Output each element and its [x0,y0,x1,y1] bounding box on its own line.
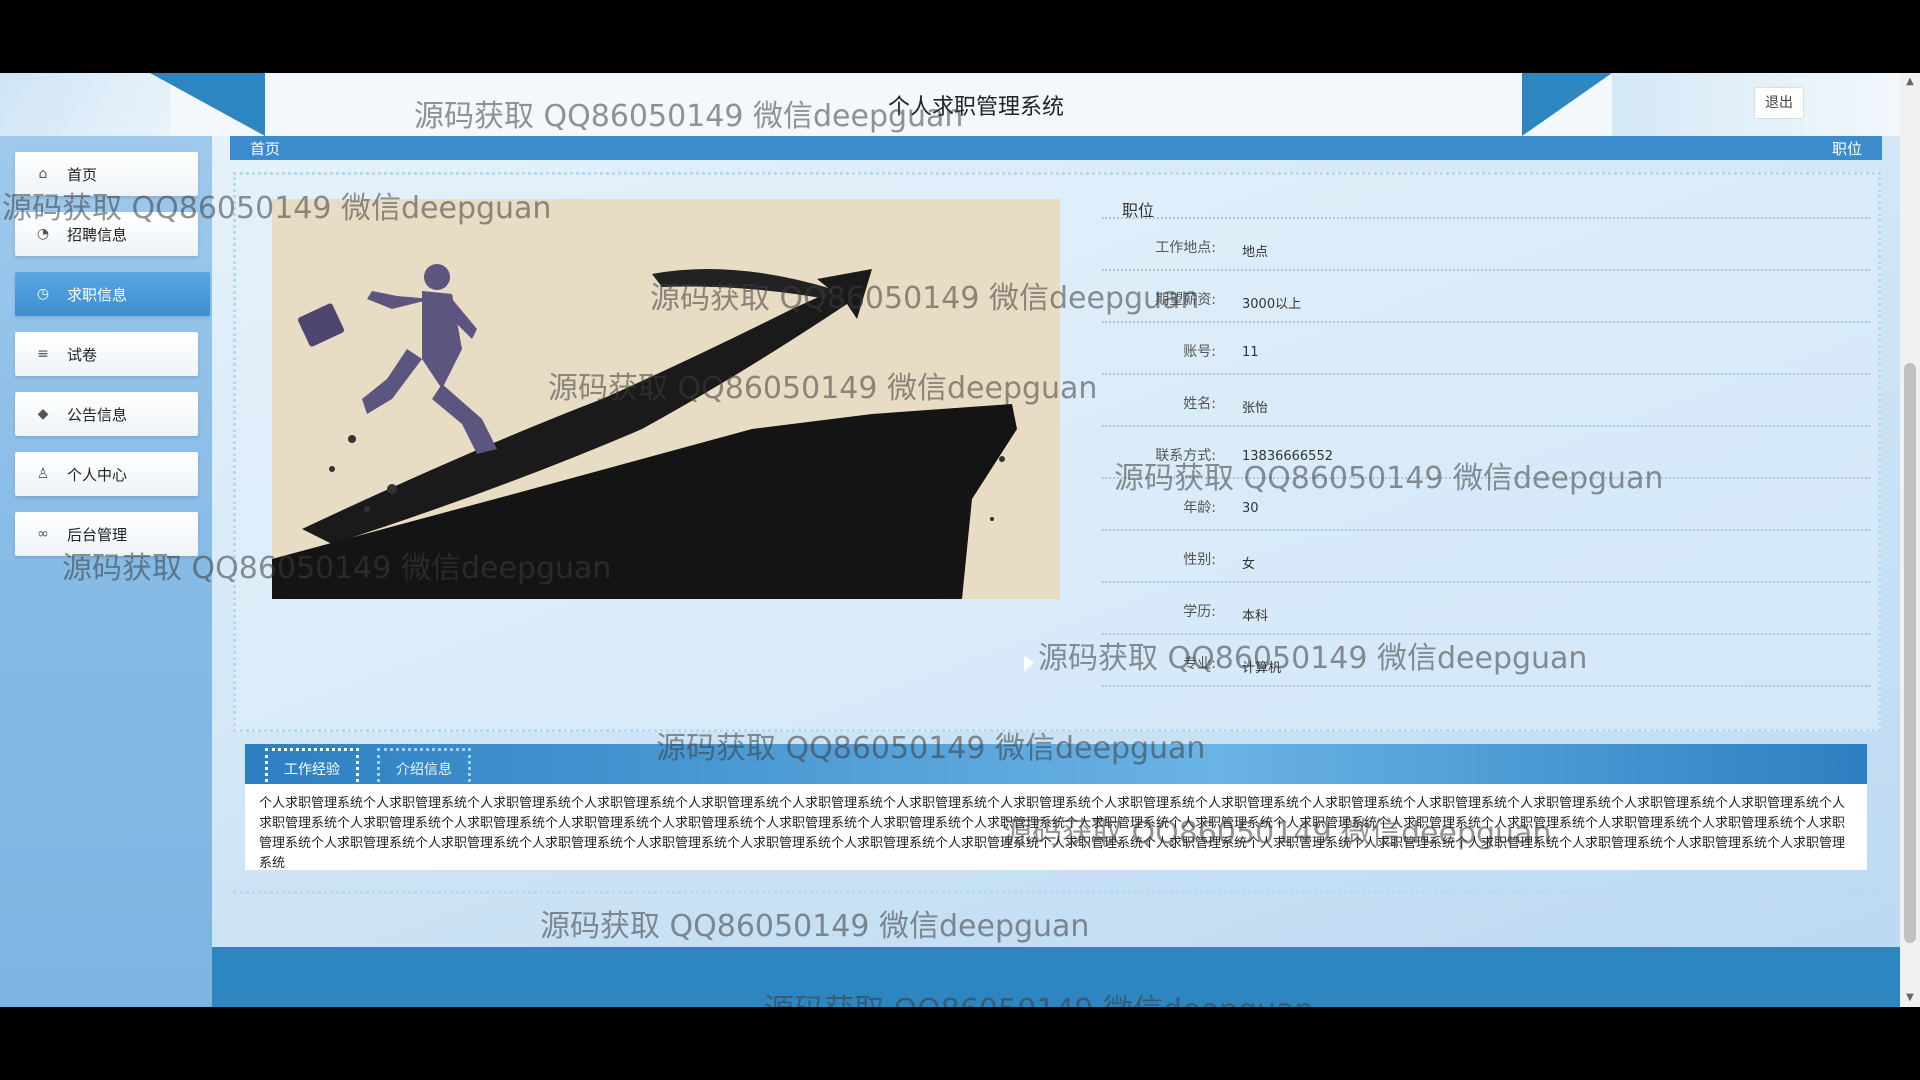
field-label: 专业: [1183,656,1216,672]
field-label: 姓名: [1183,396,1216,412]
header-wedge-right [1522,73,1612,136]
field-value: 计算机 [1242,661,1282,676]
field-value: 30 [1242,501,1259,516]
field-label: 性别: [1183,552,1216,568]
info-row: 账号: 11 [1102,323,1870,375]
sidebar-item-label: 个人中心 [67,465,128,484]
app-window: 个人求职管理系统 退出 ⌂ 首页 ◔ 招聘信息 ◷ 求职信息 ≡ 试卷 ◆ 公告信息 ♙ 个人中心 ∞ 后… [0,73,1920,1007]
field-label: 期望薪资: [1155,292,1216,308]
sidebar-item-2[interactable]: ◔ 招聘信息 [15,212,198,256]
sidebar-item-5[interactable]: ◆ 公告信息 [15,392,198,436]
tab-introduction[interactable]: 介绍信息 [377,748,471,782]
logout-button[interactable]: 退出 [1754,87,1804,119]
sidebar-item-1[interactable]: ⌂ 首页 [15,152,198,196]
running-man-arrow-illustration [272,199,1060,599]
field-value: 张怡 [1242,401,1269,416]
top-header: 个人求职管理系统 退出 [0,73,1900,136]
field-value: 11 [1242,345,1259,360]
clock-icon: ◷ [36,286,50,302]
scroll-down-arrow-icon[interactable]: ▼ [1900,989,1920,1007]
sidebar-item-label: 首页 [67,165,98,184]
site-title: 个人求职管理系统 [888,95,1065,120]
tab-section: 工作经验 介绍信息 个人求职管理系统个人求职管理系统个人求职管理系统个人求职管理… [233,744,1881,894]
info-row: 性别: 女 [1102,531,1870,583]
breadcrumb-home[interactable]: 首页 [250,138,280,159]
palette-icon: ◔ [36,226,50,242]
sidebar-item-label: 求职信息 [67,285,128,304]
field-value: 13836666552 [1242,449,1333,464]
info-row: 姓名: 张怡 [1102,375,1870,427]
tab-bar: 工作经验 介绍信息 [245,744,1867,784]
breadcrumb: 首页 职位 [230,136,1882,160]
vertical-scrollbar[interactable]: ▲ ▼ [1900,73,1920,1007]
header-decoration-left [0,73,170,136]
link-icon: ∞ [37,526,49,542]
sliders-icon: ≡ [37,346,49,362]
watermark: 源码获取 QQ86050149 微信deepguan [540,909,1090,944]
field-label: 联系方式: [1155,448,1216,464]
home-icon: ⌂ [38,166,48,182]
field-label: 工作地点: [1155,240,1216,256]
tab-work-experience[interactable]: 工作经验 [265,748,359,782]
sidebar-item-6[interactable]: ♙ 个人中心 [15,452,198,496]
detail-panel: 职位 工作地点: 地点期望薪资: 3000以上账号: 11 姓名: 张怡联系方式: 1383… [233,172,1881,732]
field-value: 3000以上 [1242,297,1302,312]
user-icon: ♙ [36,466,50,482]
scroll-up-arrow-icon[interactable]: ▲ [1900,73,1920,91]
field-label: 年龄: [1183,500,1216,516]
layers-icon: ◆ [37,406,49,422]
info-row: 专业: 计算机 [1102,635,1870,687]
info-row: 联系方式: 13836666552 [1102,427,1870,479]
scroll-thumb[interactable] [1904,363,1916,943]
info-rows: 工作地点: 地点期望薪资: 3000以上账号: 11 姓名: 张怡联系方式: 1383666… [1102,219,1870,687]
field-label: 学历: [1183,604,1216,620]
sidebar-item-3[interactable]: ◷ 求职信息 [15,272,210,316]
field-value: 女 [1242,557,1256,572]
job-info-list: 职位 工作地点: 地点期望薪资: 3000以上账号: 11 姓名: 张怡联系方式: 1383… [1102,181,1870,687]
field-value: 地点 [1242,245,1269,260]
sidebar-item-label: 试卷 [67,345,98,364]
sidebar-item-4[interactable]: ≡ 试卷 [15,332,198,376]
info-row: 工作地点: 地点 [1102,219,1870,271]
field-label: 账号: [1183,344,1216,360]
sidebar-item-label: 公告信息 [67,405,128,424]
sidebar-menu: ⌂ 首页 ◔ 招聘信息 ◷ 求职信息 ≡ 试卷 ◆ 公告信息 ♙ 个人中心 ∞ 后台管理 [0,136,212,1007]
sidebar-item-7[interactable]: ∞ 后台管理 [15,512,198,556]
info-row: 学历: 本科 [1102,583,1870,635]
header-wedge-left [150,73,265,136]
breadcrumb-current: 职位 [1831,140,1862,158]
info-row: 期望薪资: 3000以上 [1102,271,1870,323]
job-cover-image [272,199,1060,599]
info-row: 年龄: 30 [1102,479,1870,531]
tab-content-text: 个人求职管理系统个人求职管理系统个人求职管理系统个人求职管理系统个人求职管理系统… [245,784,1867,871]
field-value: 本科 [1242,609,1269,624]
mouse-cursor-icon [1024,656,1034,672]
sidebar-item-label: 招聘信息 [67,225,128,244]
sidebar-item-label: 后台管理 [67,525,128,544]
footer-bar [212,947,1900,1007]
info-heading: 职位 [1102,181,1870,220]
